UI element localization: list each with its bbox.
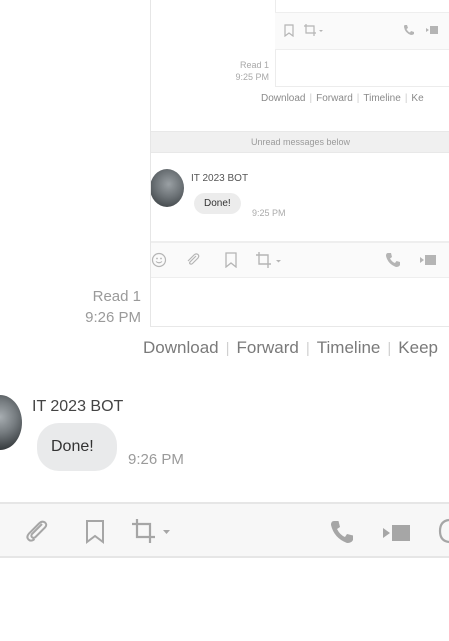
nested-read-label: Read 1 bbox=[239, 60, 269, 70]
at-icon[interactable] bbox=[438, 518, 449, 544]
chat-input-toolbar bbox=[0, 502, 449, 558]
nested-read-time: 9:25 PM bbox=[235, 72, 269, 82]
nested-bot-avatar bbox=[151, 169, 184, 207]
bot-avatar[interactable] bbox=[0, 395, 22, 450]
nested-timeline-link[interactable]: Timeline bbox=[363, 93, 400, 104]
nested-keep-link[interactable]: Ke bbox=[411, 93, 423, 104]
previous-screenshot-preview: Read 1 9:25 PM Download | Forward | Timeline… bbox=[150, 0, 449, 327]
phone-icon bbox=[386, 253, 400, 267]
read-count: Read 1 bbox=[92, 288, 141, 305]
video-icon bbox=[420, 255, 436, 265]
crop-icon bbox=[304, 24, 323, 36]
nested-message-actions: Download | Forward | Timeline | Ke bbox=[261, 93, 424, 104]
nested-message-bubble: Done! bbox=[194, 193, 241, 214]
nested-bottom-toolbar bbox=[151, 241, 449, 278]
message-actions: Download | Forward | Timeline | Keep bbox=[143, 338, 438, 357]
message-time: 9:26 PM bbox=[128, 451, 184, 468]
video-icon[interactable] bbox=[382, 523, 412, 543]
bookmark-icon[interactable] bbox=[84, 519, 106, 544]
nested-forward-link[interactable]: Forward bbox=[316, 93, 353, 104]
nested-read-status: Read 1 9:25 PM bbox=[191, 59, 269, 83]
bookmark-icon bbox=[225, 252, 237, 268]
sender-name: IT 2023 BOT bbox=[32, 398, 124, 415]
emoji-icon bbox=[151, 252, 167, 268]
read-status: Read 1 9:26 PM bbox=[60, 286, 141, 328]
message-text: Done! bbox=[51, 438, 94, 455]
nested-message-time: 9:25 PM bbox=[252, 208, 286, 218]
video-icon bbox=[426, 26, 438, 34]
crop-icon[interactable] bbox=[130, 517, 174, 545]
nested-sender-name: IT 2023 BOT bbox=[191, 173, 249, 184]
keep-link[interactable]: Keep bbox=[398, 338, 438, 357]
bookmark-icon bbox=[284, 24, 294, 37]
forward-link[interactable]: Forward bbox=[237, 338, 299, 357]
nested-download-link[interactable]: Download bbox=[261, 93, 305, 104]
download-link[interactable]: Download bbox=[143, 338, 219, 357]
crop-icon bbox=[256, 252, 281, 268]
paperclip-icon bbox=[187, 253, 200, 265]
unread-messages-banner: Unread messages below bbox=[151, 131, 449, 153]
read-time: 9:26 PM bbox=[85, 309, 141, 326]
nested-top-toolbar bbox=[275, 12, 449, 50]
timeline-link[interactable]: Timeline bbox=[317, 338, 381, 357]
paperclip-icon[interactable] bbox=[24, 518, 50, 544]
phone-icon[interactable] bbox=[330, 520, 354, 544]
phone-icon bbox=[404, 25, 414, 35]
